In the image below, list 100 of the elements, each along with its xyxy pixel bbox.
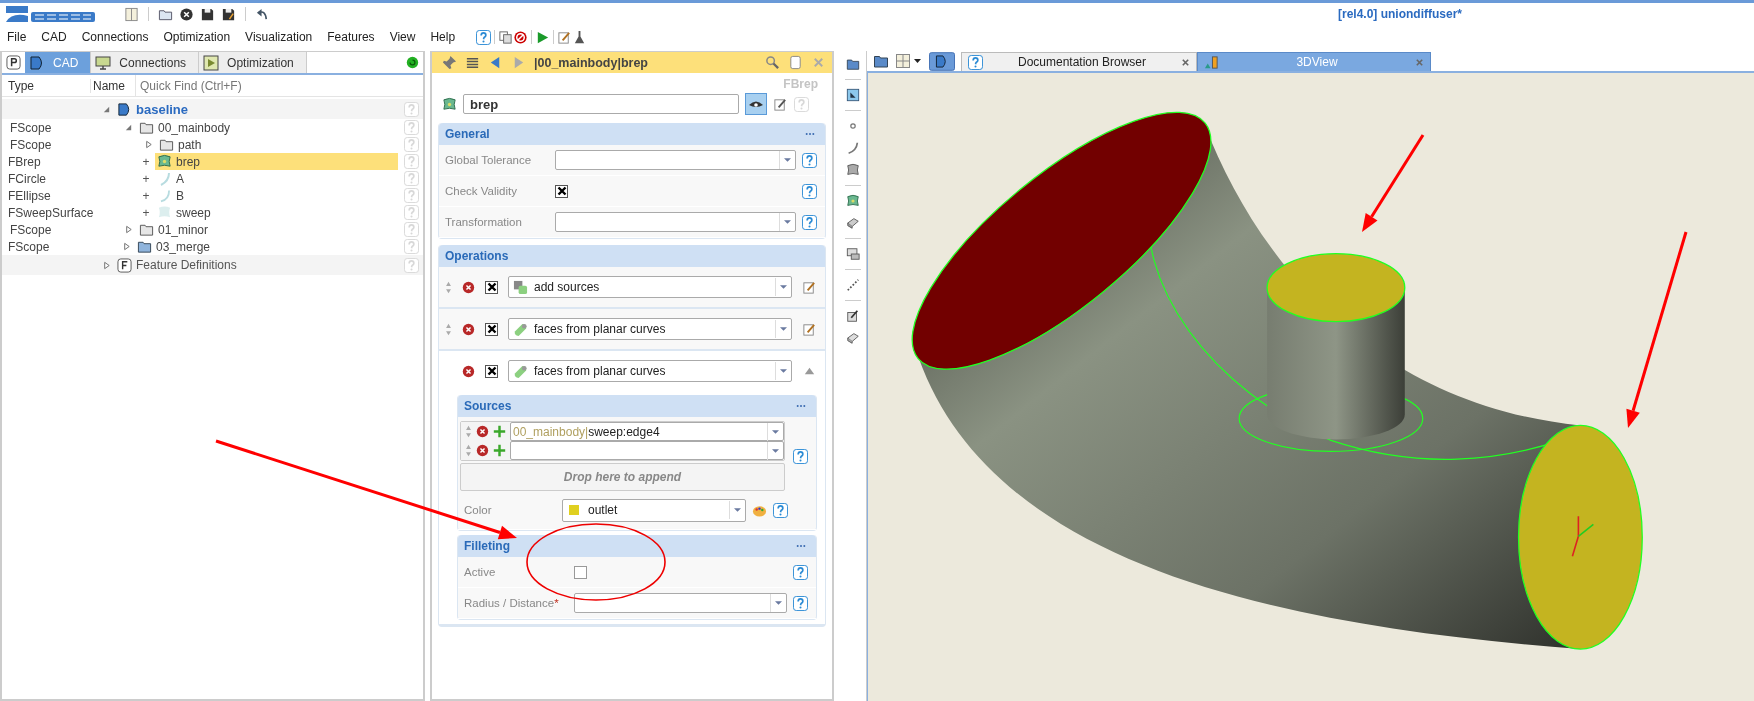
- edit-icon[interactable]: [846, 309, 860, 323]
- panel-tab[interactable]: Connections: [91, 52, 200, 73]
- delete-icon[interactable]: [476, 444, 489, 457]
- menu-item[interactable]: Help: [430, 30, 456, 44]
- menu-item[interactable]: Visualization: [245, 30, 313, 44]
- checkbox[interactable]: [555, 184, 568, 198]
- menu-item[interactable]: Connections: [81, 30, 149, 44]
- help-icon[interactable]: [802, 152, 817, 168]
- layout-dropdown-icon[interactable]: [895, 53, 923, 69]
- delete-icon[interactable]: [462, 280, 475, 294]
- dropdown-field[interactable]: [555, 212, 796, 232]
- folder-icon[interactable]: [873, 53, 889, 69]
- section-header[interactable]: Operations: [439, 245, 825, 267]
- sort-arrows-icon[interactable]: [465, 425, 472, 438]
- close-icon[interactable]: [179, 6, 194, 22]
- operation-dropdown[interactable]: faces from planar curves: [508, 360, 792, 382]
- solid-icon[interactable]: [846, 331, 860, 345]
- operation-dropdown[interactable]: faces from planar curves: [508, 318, 792, 340]
- checkbox[interactable]: [485, 280, 498, 294]
- menu-item[interactable]: File: [7, 30, 27, 44]
- sort-arrows-icon[interactable]: [445, 322, 452, 336]
- help-icon[interactable]: [802, 183, 817, 199]
- view-tab[interactable]: Documentation Browser: [961, 52, 1197, 71]
- collapsed-arrow-icon[interactable]: [123, 225, 133, 234]
- more-icon[interactable]: [796, 404, 806, 408]
- help-icon[interactable]: [476, 29, 492, 45]
- section-header[interactable]: Sources: [458, 395, 816, 417]
- source-dropdown[interactable]: [510, 441, 784, 460]
- surface-icon: [157, 154, 172, 169]
- tree-item[interactable]: path: [157, 136, 398, 153]
- edit-icon[interactable]: [773, 96, 788, 112]
- surface-icon[interactable]: [846, 163, 860, 177]
- surface-icon: [442, 96, 457, 112]
- more-icon[interactable]: [805, 132, 815, 136]
- save-as-icon[interactable]: [221, 6, 236, 22]
- help-icon[interactable]: [802, 214, 817, 230]
- help-icon[interactable]: [793, 595, 808, 611]
- tree-item[interactable]: B: [155, 187, 398, 204]
- tree-item[interactable]: 01_minor: [137, 221, 398, 238]
- help-icon[interactable]: [773, 502, 788, 518]
- stop-icon[interactable]: [513, 29, 529, 45]
- layout-icon[interactable]: [124, 6, 139, 22]
- tree-item[interactable]: brep: [155, 153, 398, 170]
- select-icon[interactable]: [846, 88, 860, 102]
- operation-dropdown[interactable]: add sources: [508, 276, 792, 298]
- menu-icon[interactable]: [465, 55, 480, 70]
- dropdown-field[interactable]: [574, 593, 787, 613]
- color-dropdown[interactable]: outlet: [562, 498, 746, 522]
- project-icon[interactable]: [6, 55, 21, 70]
- delete-icon[interactable]: [462, 322, 475, 336]
- collapsed-arrow-icon[interactable]: [143, 140, 153, 149]
- add-icon[interactable]: [493, 425, 506, 438]
- tree-item[interactable]: A: [155, 170, 398, 187]
- cad-view-button[interactable]: [929, 52, 955, 71]
- menu-item[interactable]: CAD: [41, 30, 67, 44]
- dotted-line-icon[interactable]: [846, 278, 860, 292]
- tree-item[interactable]: 03_merge: [135, 238, 398, 255]
- play-icon[interactable]: [535, 29, 551, 45]
- surface-icon[interactable]: [846, 194, 860, 208]
- sort-arrows-icon[interactable]: [465, 444, 472, 457]
- curve-icon[interactable]: [846, 141, 860, 155]
- more-icon[interactable]: [796, 544, 806, 548]
- collapsed-arrow-icon[interactable]: [101, 260, 111, 270]
- delete-icon[interactable]: [462, 364, 475, 378]
- checkbox[interactable]: [574, 565, 587, 579]
- tree-item[interactable]: sweep: [155, 204, 398, 221]
- dropdown-field[interactable]: [555, 150, 796, 170]
- name-field[interactable]: brep: [463, 94, 739, 114]
- undo-icon[interactable]: [255, 6, 270, 22]
- menu-item[interactable]: Features: [327, 30, 375, 44]
- section-header[interactable]: Filleting: [458, 535, 816, 557]
- page-icon[interactable]: [788, 55, 803, 70]
- search-icon[interactable]: [765, 55, 780, 70]
- delete-icon[interactable]: [476, 425, 489, 438]
- add-icon[interactable]: [493, 444, 506, 457]
- pipe-model-drawing[interactable]: [911, 111, 1643, 650]
- expanded-arrow-icon[interactable]: [101, 104, 111, 114]
- sort-arrows-icon[interactable]: [445, 280, 452, 294]
- solid-icon[interactable]: [846, 216, 860, 230]
- checkbox[interactable]: [485, 364, 498, 378]
- copy-icon[interactable]: [498, 29, 514, 45]
- expanded-arrow-icon[interactable]: [123, 123, 133, 132]
- column-header[interactable]: Type: [2, 78, 90, 93]
- source-dropdown[interactable]: 00_mainbody|sweep:edge4: [510, 422, 784, 441]
- visibility-button[interactable]: [745, 93, 767, 115]
- help-icon[interactable]: [793, 448, 808, 464]
- tree-item[interactable]: 00_mainbody: [137, 119, 398, 136]
- collapsed-arrow-icon[interactable]: [121, 242, 131, 251]
- checkbox[interactable]: [485, 322, 498, 336]
- refresh-icon[interactable]: [406, 56, 419, 69]
- menu-item[interactable]: Optimization: [163, 30, 231, 44]
- help-icon[interactable]: [793, 564, 808, 580]
- save-icon[interactable]: [200, 6, 215, 22]
- monitor-icon[interactable]: [846, 247, 860, 261]
- pin-icon[interactable]: [442, 55, 457, 70]
- 3d-viewport[interactable]: [867, 73, 1754, 701]
- menu-item[interactable]: View: [389, 30, 416, 44]
- folder-icon[interactable]: [846, 57, 860, 71]
- panel-tab[interactable]: Optimization: [199, 52, 307, 73]
- section-header[interactable]: General: [439, 123, 825, 145]
